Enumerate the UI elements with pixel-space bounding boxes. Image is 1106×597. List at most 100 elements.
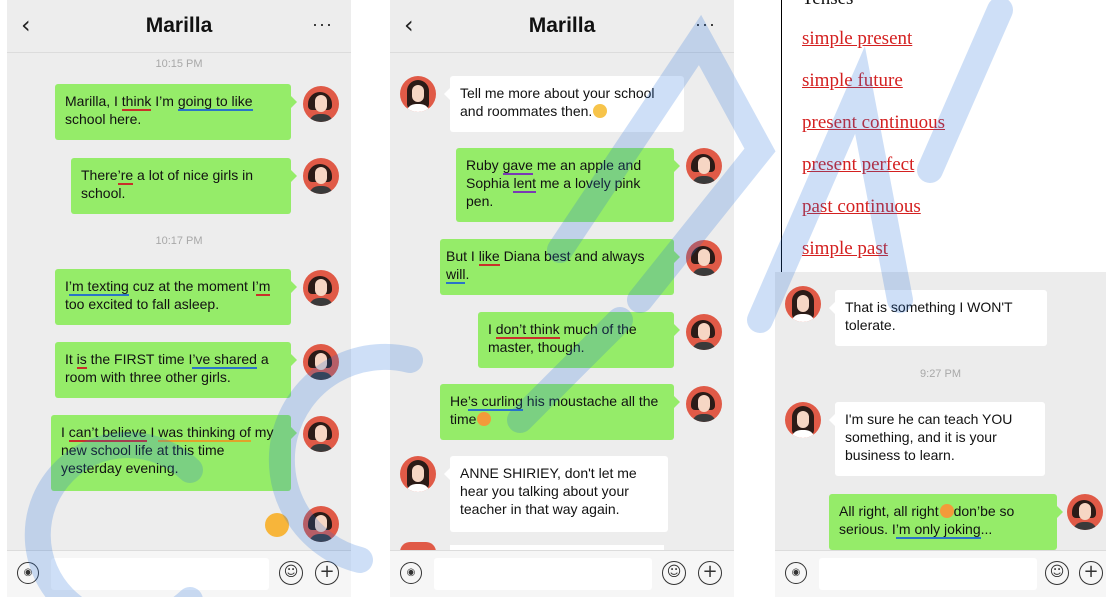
message-text: But I (446, 248, 479, 264)
highlight-verb: was thinking of (158, 424, 251, 442)
message-bubble[interactable]: Ruby gave me an apple and Sophia lent me… (456, 148, 680, 222)
highlight-verb: ’s curling (467, 393, 523, 411)
highlight-verb: like (478, 248, 500, 266)
highlight-verb: going to like (177, 93, 253, 111)
avatar[interactable] (303, 86, 339, 122)
message-text: I'm sure he can teach YOU something, and… (845, 411, 1013, 463)
message-bubble[interactable]: It is the FIRST time I’ve shared a room … (55, 342, 297, 398)
emoji-icon[interactable]: ☺ (1045, 561, 1069, 585)
message-bubble[interactable]: Tell me more about your school and roomm… (444, 76, 684, 132)
chat-panel-1: ‹ Marilla ··· 10:15 PM Marilla, I think … (7, 0, 351, 597)
chat-title: Marilla (145, 14, 213, 37)
message-bubble[interactable]: ANNE SHIRIEY, don't let me hear you talk… (444, 456, 668, 532)
message-text: ANNE SHIRIEY, don't let me hear you talk… (460, 465, 637, 517)
message-input[interactable] (819, 558, 1037, 590)
smile-emoji-icon (593, 104, 608, 118)
highlight-verb: ’ve shared (192, 351, 257, 369)
grin-emoji-icon (265, 513, 289, 537)
highlight-verb: will (446, 266, 466, 284)
message-input[interactable] (51, 558, 269, 590)
emoji-icon[interactable]: ☺ (279, 561, 303, 585)
message-text: That is something I WON'T tolerate. (845, 299, 1013, 333)
avatar[interactable] (686, 240, 722, 276)
message-text: I (488, 321, 496, 337)
message-text: Ruby (466, 157, 503, 173)
avatar[interactable] (303, 416, 339, 452)
avatar[interactable] (686, 314, 722, 350)
message-text: cuz at the moment I (128, 278, 256, 294)
plus-icon[interactable]: + (1079, 561, 1103, 585)
avatar[interactable] (686, 386, 722, 422)
voice-icon[interactable]: ◉ (400, 562, 422, 584)
message-bubble[interactable]: But I like Diana best and always will. (440, 239, 680, 295)
sweat-emoji-icon (477, 412, 492, 426)
tense-item[interactable]: simple future (802, 70, 903, 92)
message-bubble[interactable]: I’m texting cuz at the moment I’m too ex… (55, 269, 297, 325)
message-bubble[interactable]: That is something I WON'T tolerate. (829, 290, 1047, 346)
message-bubble[interactable]: Marilla, I think I’m going to like schoo… (55, 84, 297, 140)
highlight-verb: can’t believe (68, 424, 147, 442)
message-text: too excited to fall asleep. (65, 296, 220, 312)
tense-item[interactable]: simple present (802, 28, 912, 50)
message-bubble[interactable]: I can’t believe I was thinking of my new… (51, 415, 297, 491)
highlight-verb: ’re (117, 167, 134, 185)
message-bubble[interactable]: He’s curling his moustache all the time (440, 384, 680, 440)
avatar[interactable] (400, 456, 436, 492)
highlight-verb: think (121, 93, 152, 111)
tense-item[interactable]: present perfect (802, 154, 914, 176)
avatar[interactable] (303, 506, 339, 542)
message-text: It (65, 351, 77, 367)
message-bubble[interactable]: All right, all right don’be so serious. I… (829, 494, 1063, 550)
input-bar: ◉ ☺ + (7, 550, 351, 597)
plus-icon[interactable]: + (315, 561, 339, 585)
input-bar: ◉ ☺ + (775, 550, 1106, 597)
more-options-icon[interactable]: ··· (695, 14, 716, 35)
message-text: the FIRST time I (86, 351, 193, 367)
avatar[interactable] (785, 402, 821, 438)
emoji-icon[interactable]: ☺ (662, 561, 686, 585)
avatar[interactable] (303, 270, 339, 306)
avatar[interactable] (1067, 494, 1103, 530)
message-text: Diana best and always (499, 248, 645, 264)
message-text: Tell me more about your school and roomm… (460, 85, 655, 119)
voice-icon[interactable]: ◉ (17, 562, 39, 584)
chat-header: ‹ Marilla ··· (7, 0, 351, 53)
tenses-heading: Tenses (802, 0, 853, 10)
more-options-icon[interactable]: ··· (312, 14, 333, 35)
blush-emoji-icon (939, 504, 954, 518)
highlight-verb: ’m (255, 278, 271, 296)
chat-header: ‹ Marilla ··· (390, 0, 734, 53)
message-text: ... (980, 521, 993, 537)
plus-icon[interactable]: + (698, 561, 722, 585)
message-text: He (450, 393, 468, 409)
avatar[interactable] (303, 158, 339, 194)
highlight-verb: gave (502, 157, 533, 175)
message-text: All right, all right (839, 503, 939, 519)
highlight-verb: ’m only joking (895, 521, 981, 539)
tense-item[interactable]: past continuous (802, 196, 921, 218)
highlight-verb: lent (513, 175, 537, 193)
avatar[interactable] (400, 76, 436, 112)
avatar[interactable] (303, 344, 339, 380)
voice-icon[interactable]: ◉ (785, 562, 807, 584)
message-bubble[interactable]: I don’t think much of the master, though… (478, 312, 680, 368)
tense-item[interactable]: present continuous (802, 112, 945, 134)
message-text: Marilla, I (65, 93, 122, 109)
tenses-legend: Tenses simple present simple future pres… (781, 0, 1106, 274)
avatar[interactable] (785, 286, 821, 322)
highlight-verb: don’t think (495, 321, 560, 339)
highlight-verb: is (76, 351, 87, 369)
chat-panel-3: That is something I WON'T tolerate. 9:27… (775, 272, 1106, 597)
avatar[interactable] (686, 148, 722, 184)
message-input[interactable] (434, 558, 652, 590)
message-bubble[interactable]: I'm sure he can teach YOU something, and… (829, 402, 1045, 476)
input-bar: ◉ ☺ + (390, 550, 734, 597)
message-bubble[interactable]: There’re a lot of nice girls in school. (71, 158, 297, 214)
message-text: I (61, 424, 69, 440)
highlight-verb: ’m texting (68, 278, 129, 296)
message-text: school here. (65, 111, 142, 127)
message-text: . (465, 266, 470, 282)
timestamp: 10:17 PM (155, 235, 203, 247)
tense-item[interactable]: simple past (802, 238, 888, 260)
message-text: I’m (151, 93, 178, 109)
